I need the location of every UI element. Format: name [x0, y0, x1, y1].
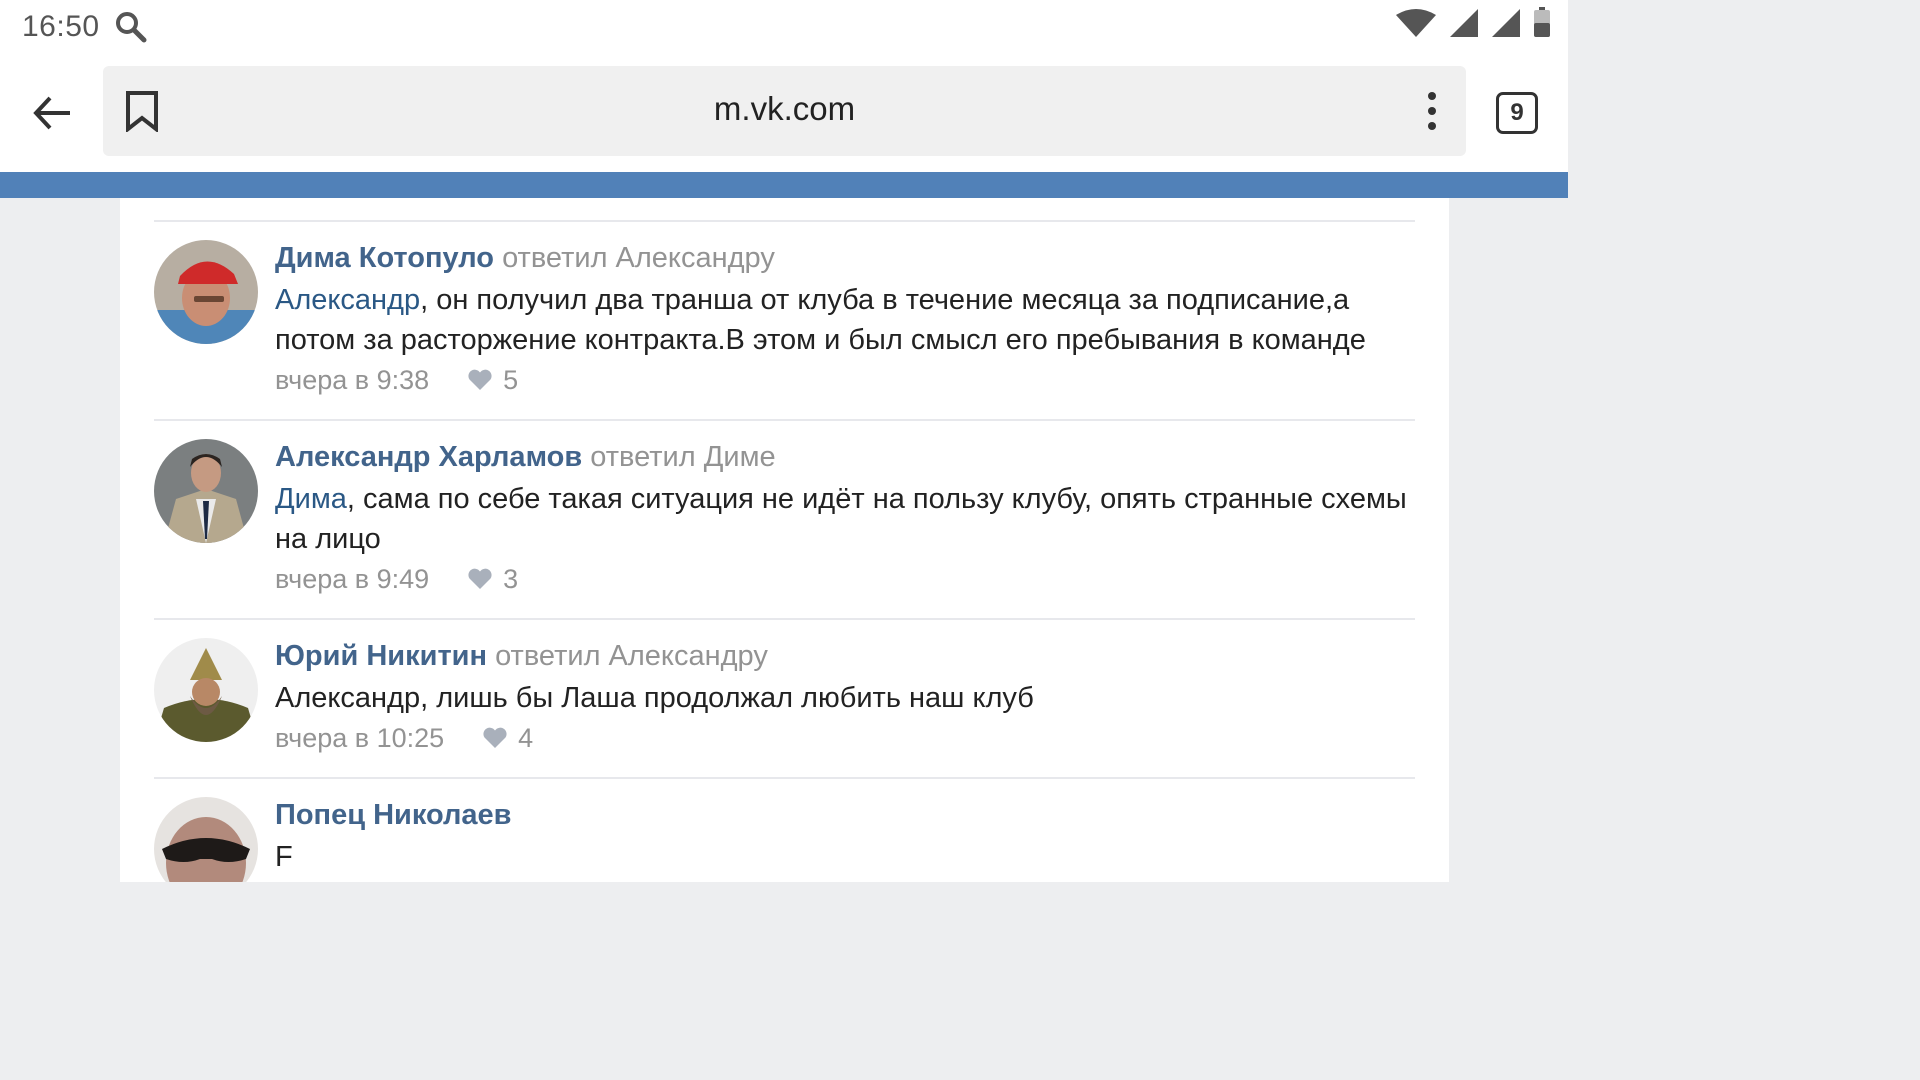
like-count: 3 [503, 564, 519, 594]
search-icon [114, 10, 148, 44]
comment-header: Дима Котопуло ответил Александру [275, 240, 1415, 276]
heart-icon [483, 727, 507, 748]
url-text[interactable]: m.vk.com [103, 90, 1466, 128]
reply-note-link[interactable]: ответил Диме [590, 441, 775, 473]
author-link[interactable]: Александр Харламов [275, 441, 582, 473]
comment-meta: вчера в 10:25 4 [275, 720, 1415, 756]
comment-meta: вчера в 9:49 3 [275, 561, 1415, 597]
comments-list: Дима Котопуло ответил Александру Алексан… [120, 198, 1449, 882]
comment-time[interactable]: вчера в 9:49 [275, 561, 429, 597]
status-icons [1396, 7, 1550, 42]
wifi-icon [1396, 9, 1436, 42]
comment-header: Попец Николаев [275, 797, 1415, 833]
like-button[interactable]: 3 [467, 561, 518, 597]
signal-icon [1492, 9, 1520, 42]
status-bar: 16:50 [0, 0, 1568, 54]
comment-header: Александр Харламов ответил Диме [275, 439, 1415, 475]
comment-text: Александр, лишь бы Лаша продолжал любить… [275, 682, 1034, 714]
avatar[interactable] [154, 240, 258, 344]
like-count: 5 [503, 365, 519, 395]
divider [154, 220, 1415, 222]
comment-time[interactable]: вчера в 9:38 [275, 362, 429, 398]
like-count: 4 [518, 723, 534, 753]
divider [154, 618, 1415, 620]
author-link[interactable]: Юрий Никитин [275, 640, 487, 672]
like-button[interactable]: 4 [482, 720, 533, 756]
battery-icon [1534, 7, 1550, 42]
comment-text: Дима, сама по себе такая ситуация не идё… [275, 479, 1415, 559]
comment-time[interactable]: вчера в 10:25 [275, 720, 444, 756]
author-link[interactable]: Попец Николаев [275, 799, 512, 831]
vk-header-strip [0, 172, 1568, 198]
signal-icon [1450, 9, 1478, 42]
divider [154, 777, 1415, 779]
address-bar[interactable]: m.vk.com [103, 66, 1466, 156]
heart-icon [468, 568, 492, 589]
reply-note-link[interactable]: ответил Александру [495, 640, 768, 672]
comment-text: F [275, 841, 293, 873]
mention-link[interactable]: Дима [275, 483, 347, 515]
divider [154, 419, 1415, 421]
reply-note-link[interactable]: ответил Александру [502, 242, 775, 274]
author-link[interactable]: Дима Котопуло [275, 242, 494, 274]
back-arrow-icon[interactable] [28, 88, 78, 138]
browser-toolbar: m.vk.com 9 [0, 54, 1568, 172]
comment-text-body: , он получил два транша от клуба в течен… [275, 284, 1366, 356]
like-button[interactable]: 5 [467, 362, 518, 398]
mention-link[interactable]: Александр [275, 284, 420, 316]
status-time: 16:50 [22, 10, 100, 43]
more-vert-icon[interactable] [1422, 90, 1442, 132]
comment-text-body: , сама по себе такая ситуация не идёт на… [275, 483, 1407, 555]
comment-text: Александр, он получил два транша от клуб… [275, 280, 1415, 360]
tabs-count-button[interactable]: 9 [1496, 92, 1538, 134]
avatar[interactable] [154, 439, 258, 543]
comment-meta: вчера в 9:38 5 [275, 362, 1415, 398]
avatar[interactable] [154, 797, 258, 882]
heart-icon [468, 369, 492, 390]
comment-header: Юрий Никитин ответил Александру [275, 638, 1415, 674]
avatar[interactable] [154, 638, 258, 742]
